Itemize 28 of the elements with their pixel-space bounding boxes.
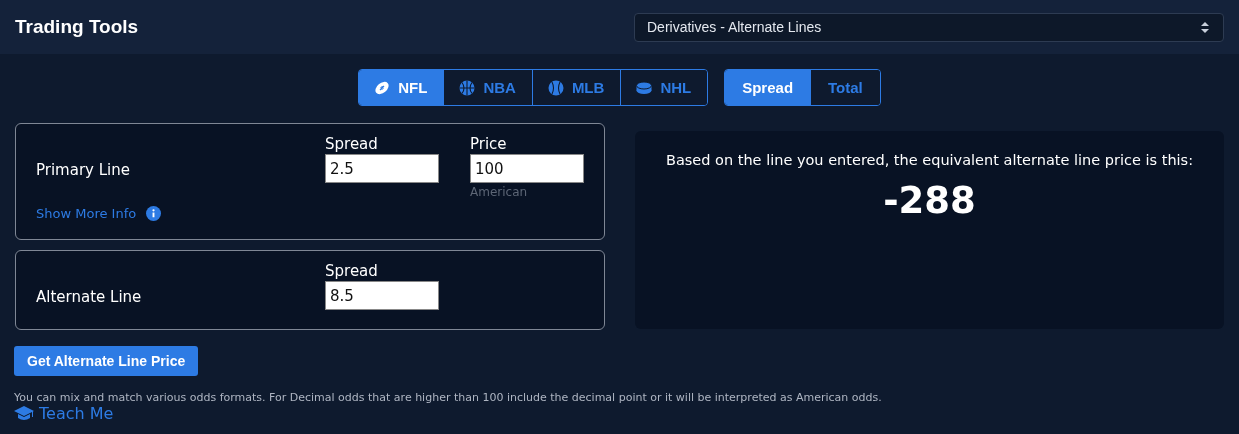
bet-type-tab[interactable]: Total [810, 70, 880, 105]
baseball-icon [547, 79, 564, 96]
note-text: You can mix and match various odds formats. For Decimal odds that are higher than 100 include the decimal point or it will be interpreted as American odds. [14, 391, 883, 404]
puck-icon [636, 79, 653, 96]
teach-me-link[interactable]: Teach Me [14, 404, 114, 423]
page-title: Trading Tools [15, 16, 139, 38]
format-hint: American [470, 185, 529, 199]
football-icon [374, 79, 391, 96]
result-price: -288 [883, 179, 976, 222]
graduation-cap-icon [14, 406, 34, 421]
input-field[interactable]: 100 [470, 154, 584, 183]
field-label: Price [470, 134, 508, 154]
line-label: Primary Line [36, 161, 131, 179]
sort-icon [1201, 21, 1209, 33]
tool-select[interactable]: Derivatives - Alternate Lines [634, 12, 1224, 42]
sport-tab[interactable]: NHL [620, 70, 708, 105]
show-more-link[interactable]: Show More Info [36, 206, 137, 221]
input-field[interactable]: 8.5 [325, 281, 439, 310]
input-field[interactable]: 2.5 [325, 154, 439, 183]
line-label: Alternate Line [36, 288, 143, 306]
field-label: Spread [325, 134, 379, 154]
bet-type-tab[interactable]: Spread [725, 70, 811, 105]
submit-button[interactable]: Get Alternate Line Price [14, 346, 199, 376]
sport-tab[interactable]: NFL [359, 70, 444, 105]
field-label: Spread [325, 261, 379, 281]
info-icon [146, 206, 162, 221]
basketball-icon [459, 79, 476, 96]
result-text: Based on the line you entered, the equivalent alternate line price is this: [665, 152, 1194, 168]
